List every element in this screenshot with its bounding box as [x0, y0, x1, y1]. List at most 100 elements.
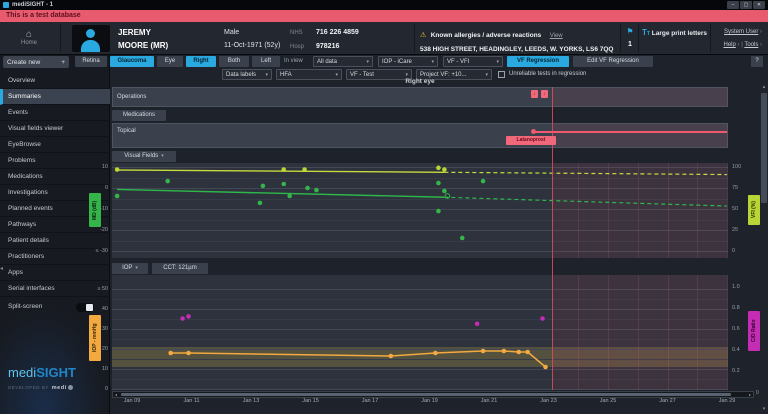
vf-panel-dropdown[interactable]: Visual Fields▾ [112, 151, 176, 162]
x-axis-tick-label: Jan 09 [116, 398, 148, 404]
topical-label: Topical [117, 128, 136, 134]
x-axis-tick-label: Jan 23 [533, 398, 565, 404]
tab-retina[interactable]: Retina [75, 56, 107, 67]
sidebar-item-summaries[interactable]: Summaries [0, 89, 110, 105]
system-user-link[interactable]: System User › [700, 26, 762, 39]
unreliable-tests-checkbox[interactable] [498, 71, 505, 78]
sidebar-item-apps[interactable]: Apps [0, 265, 110, 281]
scroll-up-icon[interactable]: ▴ [760, 84, 768, 90]
axis-tick-label: 100 [732, 164, 754, 170]
sidebar-item-patient-details[interactable]: Patient details [0, 233, 110, 249]
in-view-label: In view [284, 58, 303, 64]
axis-tick-label: 10 [84, 366, 108, 372]
projection-region [552, 275, 727, 390]
vertical-scrollbar-thumb[interactable] [761, 93, 767, 203]
cd-axis-title: C/D Ratio [748, 311, 760, 351]
x-axis-tick-label: Jan 13 [235, 398, 267, 404]
vfi-axis-title: VFI (%) [748, 195, 760, 225]
axis-tick-label: -20 [84, 227, 108, 233]
x-axis-tick-label: Jan 27 [652, 398, 684, 404]
timeline-scrollbar[interactable]: ◂ ▸ [112, 391, 754, 398]
projection-gridline [727, 275, 728, 390]
iop-source-dropdown[interactable]: IOP - iCare▾ [378, 56, 438, 67]
eye-title: Right eye [112, 78, 728, 85]
axis-tick-label: ≥ 50 [84, 286, 108, 292]
sidebar-item-medications[interactable]: Medications [0, 169, 110, 185]
create-new-button[interactable]: Create new + [3, 56, 69, 68]
home-icon: ⌂ [26, 30, 32, 40]
scroll-right-icon[interactable]: ▸ [749, 392, 751, 397]
x-axis-tick-label: Jan 25 [592, 398, 624, 404]
scrollbar-thumb[interactable] [121, 393, 731, 396]
vf-regression-button[interactable]: VF Regression [507, 56, 569, 67]
divider [638, 24, 639, 52]
system-links: System User › Help › | Tools › [700, 26, 762, 52]
operation-marker-icon[interactable]: ↓ [531, 90, 538, 98]
tab-glaucoma[interactable]: Glaucoma [110, 56, 154, 67]
eye-group-label: Eye [157, 56, 183, 67]
vf-source-dropdown[interactable]: VF - VFI▾ [443, 56, 503, 67]
test-database-banner: This is a test database [0, 10, 768, 22]
close-button[interactable]: ✕ [753, 1, 765, 9]
operation-marker-icon[interactable]: ↓ [541, 90, 548, 98]
scroll-left-icon[interactable]: ◂ [115, 392, 117, 397]
chevron-down-icon: ▾ [485, 72, 488, 78]
operations-track: Operations [112, 87, 728, 107]
sidebar-item-eyebrowse[interactable]: EyeBrowse [0, 137, 110, 153]
patient-address: 538 HIGH STREET, HEADINGLEY, LEEDS, W. Y… [420, 43, 613, 56]
in-view-dropdown[interactable]: All data▾ [313, 56, 373, 67]
cct-button[interactable]: CCT: 121µm [152, 263, 208, 274]
eye-right-button[interactable]: Right [186, 56, 216, 67]
home-button[interactable]: ⌂ Home [2, 23, 56, 53]
projection-gridline [578, 163, 579, 258]
hosp-label: Hosp [290, 41, 310, 54]
x-axis-tick-label: Jan 21 [473, 398, 505, 404]
flag-block[interactable]: ⚑ 1 [624, 25, 636, 51]
patient-demographics: Male 11-Oct-1971 (52y) [224, 26, 280, 52]
large-print-alert: TT Large print letters [642, 28, 707, 37]
projection-region [553, 124, 728, 147]
axis-tick-label: 0 [84, 185, 108, 191]
chevron-down-icon: ▾ [431, 59, 434, 65]
allergy-block: ⚠ Known allergies / adverse reactions Vi… [420, 26, 613, 56]
avatar-head [86, 29, 95, 38]
sidebar-item-visual-fields-viewer[interactable]: Visual fields viewer [0, 121, 110, 137]
help-button[interactable]: ? [751, 56, 763, 67]
eye-left-button[interactable]: Left [252, 56, 280, 67]
maximize-button[interactable]: ▢ [740, 1, 752, 9]
projection-gridline [608, 163, 609, 258]
projection-region [552, 163, 727, 258]
edit-vf-regression-button[interactable]: Edit VF Regression [573, 56, 653, 67]
sidebar-item-overview[interactable]: Overview [0, 73, 110, 89]
sidebar-collapse-arrow[interactable]: ◂ [0, 265, 3, 272]
medication-start-dot[interactable] [531, 129, 536, 134]
chevron-down-icon: ▾ [366, 59, 369, 65]
chevron-down-icon: ▾ [496, 59, 499, 65]
app-window: mediSIGHT - 1 – ▢ ✕ This is a test datab… [0, 0, 768, 414]
flag-icon: ⚑ [624, 25, 636, 38]
nhs-label: NHS [290, 27, 310, 40]
chevron-down-icon: ▾ [161, 151, 164, 162]
iop-axis-title: IOP - mmHg [89, 315, 101, 361]
md-axis-title: MD (dB) [89, 193, 101, 227]
patient-dob: 11-Oct-1971 (52y) [224, 39, 280, 52]
sidebar-item-events[interactable]: Events [0, 105, 110, 121]
axis-tick-label: 1.0 [732, 284, 754, 290]
vertical-scrollbar[interactable]: ▴ ▾ [760, 84, 768, 412]
iop-panel-dropdown[interactable]: IOP▾ [112, 263, 148, 274]
patient-avatar[interactable] [72, 25, 110, 52]
minimize-button[interactable]: – [727, 1, 739, 9]
app-icon [3, 2, 9, 8]
axis-tick-label: 75 [732, 185, 754, 191]
topical-track: Topical [112, 123, 728, 148]
scroll-down-icon[interactable]: ▾ [760, 406, 768, 412]
tools-link[interactable]: Tools [744, 42, 758, 48]
medication-chip[interactable]: Latanoprost [506, 136, 556, 145]
developed-by: DEVELOPED BYmedi [8, 385, 73, 391]
medications-button[interactable]: Medications [112, 110, 166, 121]
x-axis-tick-label: Jan 11 [176, 398, 208, 404]
allergy-view-link[interactable]: View [550, 33, 563, 39]
eye-both-button[interactable]: Both [219, 56, 249, 67]
axis-tick-label: ≤ -30 [84, 248, 108, 254]
help-link[interactable]: Help [724, 42, 736, 48]
